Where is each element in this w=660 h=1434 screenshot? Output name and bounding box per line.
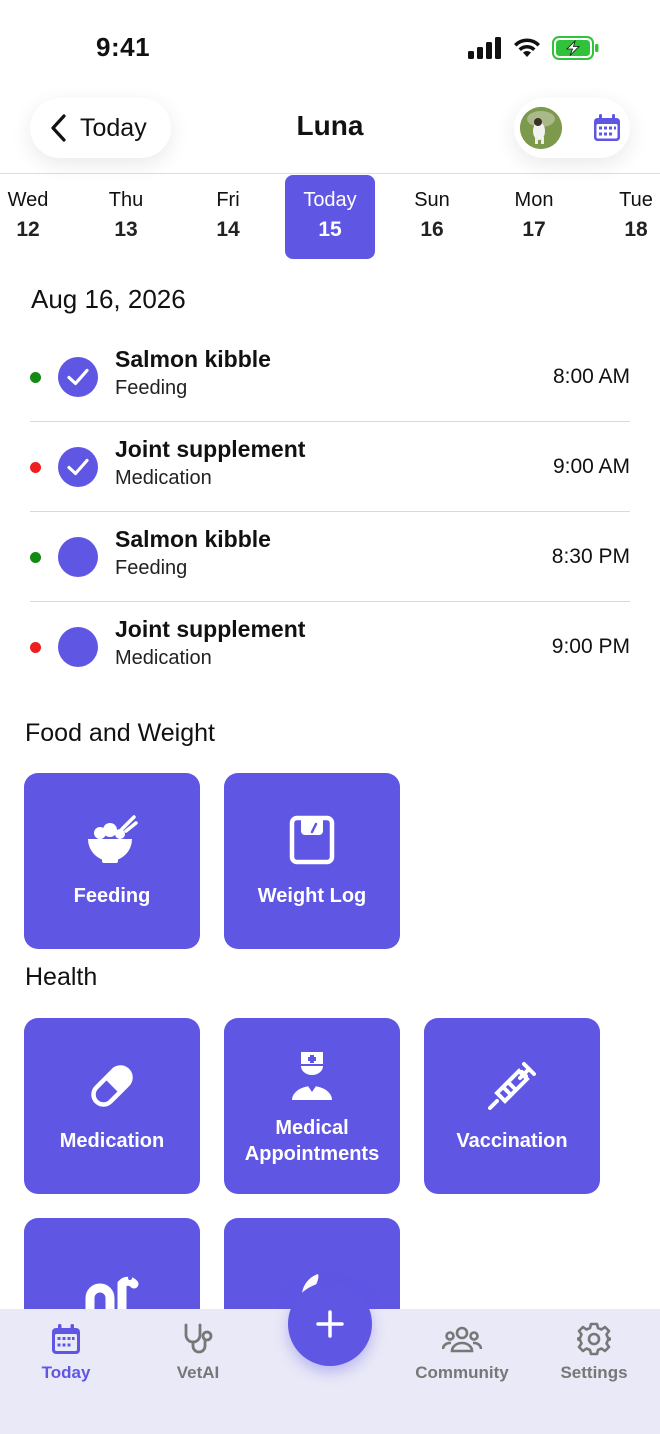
day-name: Thu <box>108 189 144 211</box>
day-number: 17 <box>522 218 546 241</box>
day-number: 16 <box>420 218 444 241</box>
task-category: Medication <box>115 467 212 489</box>
tile-label: Vaccination <box>456 1130 568 1152</box>
task-time: 8:00 AM <box>552 365 630 388</box>
task-time: 9:00 PM <box>551 635 630 658</box>
day-tue[interactable]: Tue 18 <box>591 175 660 259</box>
tab-community[interactable]: Community <box>407 1321 517 1383</box>
tile-label: Medical Appointments <box>230 1115 394 1167</box>
day-number: 18 <box>624 218 648 241</box>
day-name: Mon <box>514 189 554 211</box>
header-actions <box>514 98 630 158</box>
bowl-icon <box>88 815 138 863</box>
tile-label: Feeding <box>73 885 151 907</box>
day-name: Sun <box>414 189 450 211</box>
pill-icon <box>91 1065 133 1107</box>
day-sun[interactable]: Sun 16 <box>387 175 477 259</box>
day-wed[interactable]: Wed 12 <box>0 175 73 259</box>
task-time: 9:00 AM <box>552 455 630 478</box>
day-today[interactable]: Today 15 <box>285 175 375 259</box>
tab-vetai[interactable]: VetAI <box>143 1321 253 1383</box>
status-icons <box>468 36 600 60</box>
day-name: Tue <box>619 189 653 211</box>
date-heading: Aug 16, 2026 <box>31 284 186 314</box>
day-name: Wed <box>7 189 49 211</box>
task-checkbox[interactable] <box>58 447 98 487</box>
task-row[interactable]: Salmon kibble Feeding 8:30 PM <box>30 512 630 602</box>
medical-appointments-tile[interactable]: Medical Appointments <box>224 1018 400 1194</box>
doctor-icon <box>292 1052 332 1100</box>
task-checkbox[interactable] <box>58 357 98 397</box>
scale-icon <box>289 815 335 865</box>
task-category: Medication <box>115 647 212 669</box>
task-row[interactable]: Salmon kibble Feeding 8:00 AM <box>30 332 630 422</box>
checkmark-icon <box>67 368 89 386</box>
task-checkbox[interactable] <box>58 627 98 667</box>
task-row[interactable]: Joint supplement Medication 9:00 AM <box>30 422 630 512</box>
status-bar: 9:41 <box>0 0 660 90</box>
category-dot <box>30 552 41 563</box>
tab-settings[interactable]: Settings <box>539 1321 649 1383</box>
medication-tile[interactable]: Medication <box>24 1018 200 1194</box>
task-row[interactable]: Joint supplement Medication 9:00 PM <box>30 602 630 692</box>
tile-label-line: Medical <box>275 1117 349 1139</box>
task-title: Joint supplement <box>115 616 306 642</box>
task-title: Salmon kibble <box>115 526 271 552</box>
stethoscope-icon <box>184 1323 213 1354</box>
day-name: Today <box>303 189 357 211</box>
day-number: 15 <box>318 218 342 241</box>
day-number: 12 <box>16 218 40 241</box>
section-title-food-weight: Food and Weight <box>25 719 215 747</box>
tab-label: VetAI <box>176 1363 220 1382</box>
section-title-health: Health <box>25 963 98 991</box>
day-number: 14 <box>216 218 240 241</box>
task-title: Joint supplement <box>115 436 306 462</box>
category-dot <box>30 372 41 383</box>
date-strip: Wed 12 Thu 13 Fri 14 Today 15 Sun 16 Mon… <box>0 175 660 259</box>
wifi-icon <box>514 38 540 57</box>
day-number: 13 <box>114 218 138 241</box>
category-dot <box>30 462 41 473</box>
tile-label: Medication <box>59 1130 165 1152</box>
day-name: Fri <box>216 189 240 211</box>
task-checkbox[interactable] <box>58 537 98 577</box>
battery-icon <box>552 36 599 60</box>
checkmark-icon <box>67 458 89 476</box>
people-icon <box>442 1326 482 1353</box>
dog-photo-icon <box>520 107 562 149</box>
day-fri[interactable]: Fri 14 <box>183 175 273 259</box>
task-time: 8:30 PM <box>551 545 630 568</box>
category-dot <box>30 642 41 653</box>
plus-icon <box>316 1310 344 1338</box>
task-list: Salmon kibble Feeding 8:00 AM Joint supp… <box>30 332 630 692</box>
tab-today[interactable]: Today <box>11 1321 121 1383</box>
task-category: Feeding <box>115 557 188 579</box>
tab-label: Today <box>41 1363 91 1382</box>
signal-icon <box>468 37 501 59</box>
day-mon[interactable]: Mon 17 <box>489 175 579 259</box>
tile-label-line: Appointments <box>244 1143 380 1165</box>
add-button[interactable] <box>288 1282 372 1366</box>
calendar-icon[interactable] <box>592 113 622 143</box>
tab-label: Settings <box>560 1363 628 1382</box>
tab-label: Community <box>415 1363 509 1382</box>
vaccination-tile[interactable]: Vaccination <box>424 1018 600 1194</box>
tile-label: Weight Log <box>257 885 367 907</box>
syringe-icon <box>488 1062 536 1110</box>
gear-icon <box>577 1322 611 1356</box>
feeding-tile[interactable]: Feeding <box>24 773 200 949</box>
task-category: Feeding <box>115 377 188 399</box>
weight-log-tile[interactable]: Weight Log <box>224 773 400 949</box>
nav-header: Today Luna <box>0 90 660 174</box>
calendar-icon <box>52 1324 80 1354</box>
day-thu[interactable]: Thu 13 <box>81 175 171 259</box>
pet-avatar[interactable] <box>520 107 562 149</box>
task-title: Salmon kibble <box>115 346 271 372</box>
status-time: 9:41 <box>96 32 151 62</box>
